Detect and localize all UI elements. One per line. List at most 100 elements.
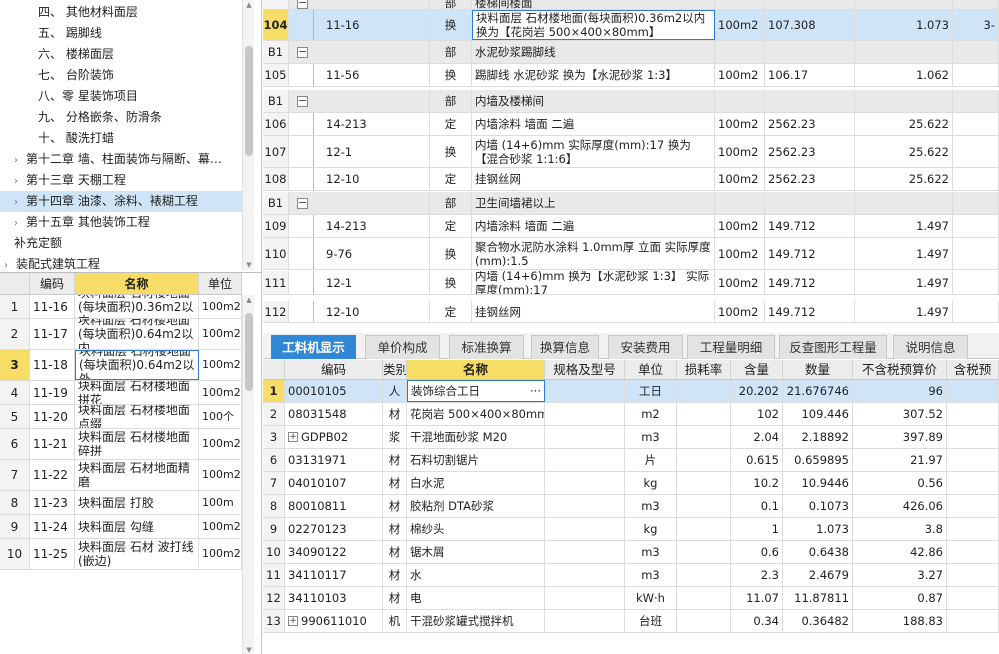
tree-item[interactable]: 六、 楼梯面层 <box>0 44 242 65</box>
budget-name: 聚合物水泥防水涂料 1.0mm厚 立面 实际厚度(mm):1.5 <box>472 238 715 269</box>
tab-6[interactable]: 反查图形工程量 <box>779 335 887 359</box>
tree-item[interactable]: 四、 其他材料面层 <box>0 2 242 23</box>
budget-code: 9-76 <box>289 238 430 269</box>
budget-row[interactable]: 104 11-16 换块料面层 石材楼地面(每块面积)0.36m2以内 换为【花岗岩… <box>263 10 999 41</box>
tab-1[interactable]: 单价构成 <box>365 335 440 359</box>
quota-row-index: 7 <box>0 460 30 490</box>
quota-header-unit[interactable]: 单位 <box>199 273 242 295</box>
resource-unit: 片 <box>625 449 677 471</box>
chevron-right-icon[interactable]: › <box>4 255 16 270</box>
budget-row[interactable]: 106 14-213 定内墙涂料 墙面 二遍 100m2 2562.23 25.622 <box>263 113 999 136</box>
tree-item[interactable]: › 装配式建筑工程 <box>0 254 242 270</box>
resource-header-spec[interactable]: 规格及型号 <box>545 360 625 380</box>
budget-row[interactable]: B1− 部水泥砂浆踢脚线 <box>263 41 999 64</box>
quota-name: 块料面层 勾缝 <box>75 515 199 538</box>
resource-header-quantity[interactable]: 数量 <box>783 360 853 380</box>
tab-5[interactable]: 工程量明细 <box>687 335 775 359</box>
collapse-icon[interactable]: − <box>297 46 308 58</box>
resource-row[interactable]: 11 34110117 材水 m3 2.3 2.4679 3.27 <box>263 564 999 587</box>
resource-row[interactable]: 10 34090122 材锯木屑 m3 0.6 0.6438 42.86 <box>263 541 999 564</box>
quota-row[interactable]: 5 11-20 块料面层 石材楼地面点缀 100个 <box>0 405 242 429</box>
scroll-up-icon[interactable]: ▲ <box>243 0 255 10</box>
quota-row[interactable]: 7 11-22 块料面层 石材地面精磨 100m2 <box>0 460 242 491</box>
budget-row[interactable]: − 部楼梯间楼面 <box>263 0 999 10</box>
quota-scrollbar[interactable]: ▲ ▼ <box>242 295 254 654</box>
tree-item[interactable]: 十、 酸洗打蜡 <box>0 128 242 149</box>
quota-row[interactable]: 4 11-19 块料面层 石材楼地面拼花 100m2 <box>0 381 242 405</box>
resource-row[interactable]: 8 80010811 材胶粘剂 DTA砂浆 m3 0.1 0.1073 426.06 <box>263 495 999 518</box>
tree-item[interactable]: 八、零 星装饰项目 <box>0 86 242 107</box>
scroll-thumb[interactable] <box>245 313 253 391</box>
chevron-right-icon[interactable]: › <box>14 213 26 234</box>
budget-type: 换 <box>430 10 472 40</box>
scroll-thumb[interactable] <box>245 46 253 156</box>
tree-item[interactable]: › 第十三章 天棚工程 <box>0 170 242 191</box>
budget-type: 部 <box>430 41 472 63</box>
tree-item[interactable]: 七、 台阶装饰 <box>0 65 242 86</box>
resource-row[interactable]: 2 08031548 材花岗岩 500×400×80mm m2 102 109.446 30… <box>263 403 999 426</box>
budget-row[interactable]: 105 11-56 换踢脚线 水泥砂浆 换为【水泥砂浆 1:3】 100m2 106.1… <box>263 64 999 87</box>
resource-row[interactable]: 6 03131971 材石料切割锯片 片 0.615 0.659895 21.97 <box>263 449 999 472</box>
tree-item[interactable]: 补充定额 <box>0 233 242 254</box>
resource-header-content[interactable]: 含量 <box>731 360 783 380</box>
resource-row[interactable]: 1 00010105 人装饰综合工日 ··· 工日 20.202 21.676746 96 <box>263 380 999 403</box>
budget-row[interactable]: 108 12-10 定挂钢丝网 100m2 2562.23 25.622 <box>263 168 999 191</box>
resource-row[interactable]: 7 04010107 材白水泥 kg 10.2 10.9446 0.56 <box>263 472 999 495</box>
quota-header-code[interactable]: 编码 <box>30 273 75 295</box>
quota-row[interactable]: 10 11-25 块料面层 石材 波打线(嵌边) 100m2 <box>0 539 242 570</box>
expand-icon[interactable]: + <box>288 432 298 442</box>
budget-row[interactable]: 109 14-213 定内墙涂料 墙面 二遍 100m2 149.712 1.497 <box>263 215 999 238</box>
budget-row[interactable]: 110 9-76 换聚合物水泥防水涂料 1.0mm厚 立面 实际厚度(mm):1.5… <box>263 238 999 270</box>
quota-row[interactable]: 9 11-24 块料面层 勾缝 100m2 <box>0 515 242 539</box>
budget-row[interactable]: B1− 部内墙及楼梯间 <box>263 90 999 113</box>
budget-row[interactable]: 111 12-1 换内墙 (14+6)mm 换为【水泥砂浆 1:3】 实际厚度(mm… <box>263 271 999 295</box>
tree-item[interactable]: 九、 分格嵌条、防滑条 <box>0 107 242 128</box>
resource-header-code[interactable]: 编码 <box>285 360 383 380</box>
resource-code: + GDPB02 <box>285 426 383 448</box>
scroll-down-icon[interactable]: ▼ <box>243 645 255 654</box>
tree-item[interactable]: › 第十二章 墙、柱面装饰与隔断、幕… <box>0 149 242 170</box>
collapse-icon[interactable]: − <box>297 197 308 209</box>
tab-2[interactable]: 标准换算 <box>449 335 524 359</box>
tab-7[interactable]: 说明信息 <box>893 335 968 359</box>
resource-header-loss[interactable]: 损耗率 <box>677 360 731 380</box>
budget-row[interactable]: 107 12-1 换内墙 (14+6)mm 实际厚度(mm):17 换为【混合砂浆 … <box>263 136 999 168</box>
more-icon[interactable]: ··· <box>530 384 541 398</box>
tree-item[interactable]: › 第十五章 其他装饰工程 <box>0 212 242 233</box>
quota-row[interactable]: 3 11-18 块料面层 石材楼地面(每块面积)0.64m2以外 100m2 <box>0 350 242 381</box>
chevron-right-icon[interactable]: › <box>14 171 26 192</box>
collapse-icon[interactable]: − <box>297 95 308 107</box>
quota-row[interactable]: 6 11-21 块料面层 石材楼地面碎拼 100m2 <box>0 429 242 460</box>
tab-4[interactable]: 安装费用 <box>608 335 683 359</box>
tab-0[interactable]: 工料机显示 <box>271 335 356 359</box>
resource-header-unit[interactable]: 单位 <box>625 360 677 380</box>
chevron-right-icon[interactable]: › <box>14 192 26 213</box>
resource-header-category[interactable]: 类别 <box>383 360 407 380</box>
tree-scrollbar[interactable]: ▲ ▼ <box>242 0 254 270</box>
tree-item[interactable]: 五、 踢脚线 <box>0 23 242 44</box>
budget-quantity: 149.712 <box>765 301 855 322</box>
budget-name: 水泥砂浆踢脚线 <box>472 41 715 63</box>
resource-header-index[interactable] <box>263 360 285 380</box>
resource-row[interactable]: 9 02270123 材棉纱头 kg 1 1.073 3.8 <box>263 518 999 541</box>
quota-row[interactable]: 111-16块料面层 石材楼地面(每块面积)0.36m2以内100m2 <box>0 295 242 319</box>
quota-row[interactable]: 2 11-17 块料面层 石材楼地面(每块面积)0.64m2以内 100m2 <box>0 319 242 350</box>
tree-item[interactable]: › 第十四章 油漆、涂料、裱糊工程 <box>0 191 242 212</box>
scroll-down-icon[interactable]: ▼ <box>243 260 255 270</box>
resource-header-price[interactable]: 不含税预算价 <box>853 360 947 380</box>
resource-row[interactable]: 13 +990611010 机干混砂浆罐式搅拌机 台班 0.34 0.36482 188.8… <box>263 610 999 633</box>
resource-header-name[interactable]: 名称 <box>407 360 545 380</box>
resource-tax-price <box>947 403 999 425</box>
scroll-up-icon[interactable]: ▲ <box>243 295 255 305</box>
resource-row[interactable]: 12 34110103 材电 kW·h 11.07 11.87811 0.87 <box>263 587 999 610</box>
tab-3[interactable]: 换算信息 <box>531 335 599 359</box>
collapse-icon[interactable]: − <box>297 0 308 9</box>
budget-row[interactable]: B1− 部卫生间墙裙以上 <box>263 192 999 215</box>
budget-row[interactable]: 112 12-10 定挂钢丝网 100m2 149.712 1.497 <box>263 301 999 323</box>
quota-header-name[interactable]: 名称 <box>75 273 199 295</box>
expand-icon[interactable]: + <box>288 616 298 626</box>
chevron-right-icon[interactable]: › <box>14 150 26 171</box>
resource-header-tax-price[interactable]: 含税预 <box>947 360 999 380</box>
quota-row[interactable]: 8 11-23 块料面层 打胶 100m <box>0 491 242 515</box>
resource-row[interactable]: 3 + GDPB02 浆干混地面砂浆 M20 m3 2.04 2.18892 397.89 <box>263 426 999 449</box>
